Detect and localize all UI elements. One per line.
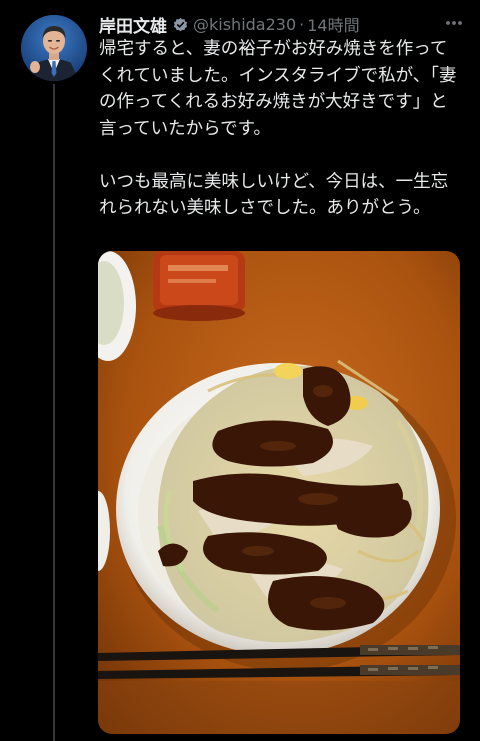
tweet-header: 岸田文雄 @kishida230 · 14時間 [99,11,471,37]
separator-dot: · [299,14,305,34]
okonomiyaki-photo [98,251,460,734]
tweet-text: 帰宅すると、妻の裕子がお好み焼きを作ってくれていました。インスタライブで私が、「… [99,39,457,218]
handle[interactable]: @kishida230 [193,15,296,34]
more-horizontal-icon[interactable] [437,8,471,38]
tweet[interactable]: 岸田文雄 @kishida230 · 14時間 帰宅すると、妻の裕子がお好み焼き… [0,0,480,741]
timestamp[interactable]: 14時間 [307,12,359,36]
verified-badge-icon [172,16,189,33]
avatar-photo [21,15,87,81]
thread-line [53,84,55,741]
tweet-photo[interactable] [98,251,460,734]
display-name[interactable]: 岸田文雄 [99,12,167,37]
avatar[interactable] [21,15,87,81]
